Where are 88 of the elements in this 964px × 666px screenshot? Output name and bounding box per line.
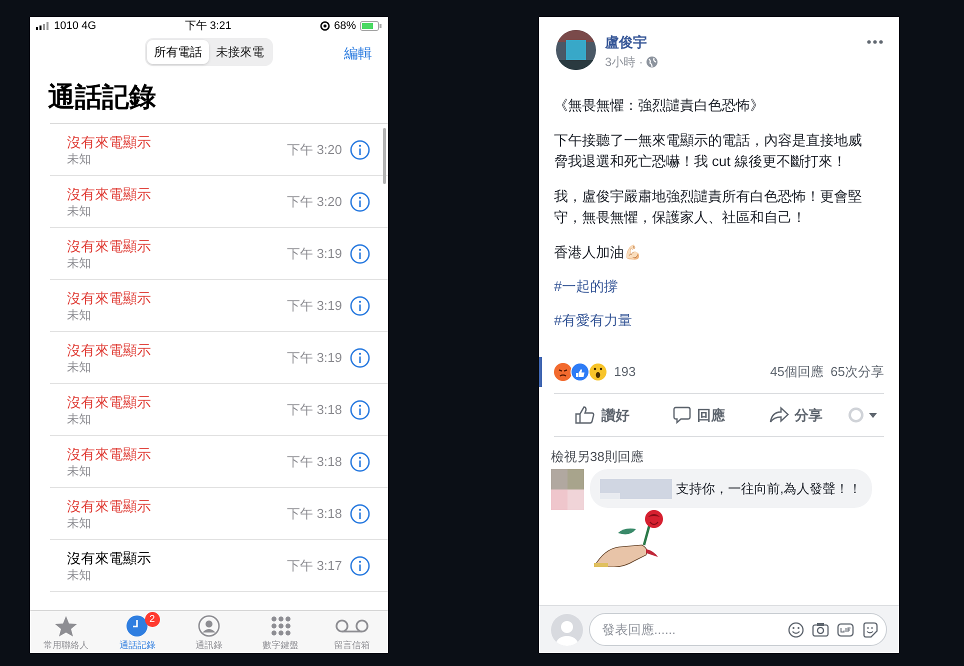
lock-rotation-icon [320, 21, 330, 31]
caller-name: 沒有來電顯示 [67, 392, 152, 410]
scroll-bar [383, 128, 386, 184]
call-time: 下午 3:19 [287, 348, 342, 367]
info-button[interactable] [350, 556, 370, 576]
like-icon [575, 406, 596, 424]
tab-bar-item[interactable]: 留言信箱 [316, 611, 388, 653]
call-time: 下午 3:18 [287, 452, 342, 471]
call-type: 未知 [67, 462, 92, 478]
clock-time: 下午 3:21 [184, 18, 232, 34]
call-time: 下午 3:18 [287, 504, 342, 523]
reaction-count[interactable]: 193 [614, 362, 770, 382]
globe-icon [646, 56, 658, 68]
edit-button[interactable]: 編輯 [344, 43, 372, 64]
share-count[interactable]: 65次分享 [830, 362, 884, 382]
info-button[interactable] [350, 244, 370, 264]
caller-name: 沒有來電顯示 [67, 184, 152, 202]
focus-indicator [539, 357, 542, 387]
call-type: 未知 [67, 410, 92, 426]
action-button[interactable]: 分享 [747, 399, 844, 431]
carrier-label: 1010 4G [54, 18, 96, 34]
emoji-icon[interactable] [788, 622, 804, 638]
caller-name: 沒有來電顯示 [67, 288, 152, 306]
call-type: 未知 [67, 306, 92, 322]
call-time: 下午 3:18 [287, 400, 342, 419]
notification-badge: 2 [144, 612, 160, 627]
blurred-name [600, 478, 672, 498]
caller-name: 沒有來電顯示 [67, 132, 152, 150]
info-button[interactable] [350, 192, 370, 212]
call-time: 下午 3:17 [287, 556, 342, 575]
call-time: 下午 3:19 [287, 244, 342, 263]
action-button[interactable]: 讚好 [554, 399, 651, 431]
info-button[interactable] [350, 504, 370, 524]
caller-name: 沒有來電顯示 [67, 444, 152, 462]
caller-name: 沒有來電顯示 [67, 340, 152, 358]
more-options-icon[interactable] [867, 40, 883, 44]
caller-name: 沒有來電顯示 [67, 236, 152, 254]
clock-icon [126, 614, 148, 638]
call-time: 下午 3:20 [287, 140, 342, 159]
post-text: 下午接聽了一無來電顯示的電話，內容是直接地威脅我退選和死亡恐嚇！我 cut 線後更不斷打來！ [554, 131, 863, 171]
signal-icon [36, 22, 50, 30]
comment-text: 支持你，一往向前,為人發聲！！ [676, 480, 862, 498]
sticker-icon[interactable] [862, 622, 878, 638]
caller-name: 沒有來電顯示 [67, 548, 152, 566]
call-type: 未知 [67, 150, 92, 166]
post-text: 《無畏無懼：強烈譴責白色恐怖》 [554, 96, 765, 115]
action-button[interactable]: 回應 [650, 399, 748, 431]
post-text: 我，盧俊宇嚴肅地強烈譴責所有白色恐怖！更會堅守，無畏無懼，保護家人、社區和自己！ [554, 187, 863, 227]
user-avatar [551, 614, 583, 646]
caller-name: 沒有來電顯示 [67, 496, 152, 514]
info-button[interactable] [350, 296, 370, 316]
battery-percent: 68% [334, 18, 356, 34]
hashtag-link[interactable]: #一起的撐 [554, 276, 884, 297]
person-icon [198, 614, 220, 638]
call-time: 下午 3:19 [287, 296, 342, 315]
star-icon [54, 614, 78, 638]
hashtag-link[interactable]: #有愛有力量 [554, 310, 884, 331]
camera-icon[interactable] [812, 622, 829, 637]
post-text: 香港人加油💪🏻 [554, 243, 642, 262]
tab-bar-item[interactable]: 常用聯絡人 [30, 611, 102, 653]
gif-icon[interactable] [837, 622, 854, 636]
call-type: 未知 [67, 514, 92, 530]
avatar [556, 30, 596, 70]
call-type: 未知 [67, 202, 92, 218]
info-button[interactable] [350, 400, 370, 420]
tab-bar-item[interactable]: 通話記錄 2 [102, 611, 174, 653]
call-type: 未知 [67, 566, 92, 582]
author-name[interactable]: 盧俊宇 [605, 33, 867, 51]
segment-tab[interactable]: 所有電話 [147, 40, 209, 64]
post-time[interactable]: 3小時 · [605, 53, 644, 71]
keypad-icon [270, 614, 292, 638]
info-button[interactable] [350, 140, 370, 160]
tab-bar-item[interactable]: 數字鍵盤 [244, 611, 316, 653]
page-title: 通話記錄 [47, 81, 157, 114]
share-icon [768, 406, 789, 424]
comment-icon [673, 406, 691, 424]
call-type: 未知 [67, 254, 92, 270]
battery-icon [360, 21, 382, 31]
info-button[interactable] [350, 452, 370, 472]
call-type: 未知 [67, 358, 92, 374]
call-time: 下午 3:20 [287, 192, 342, 211]
segment-tab[interactable]: 未接來電 [209, 40, 271, 64]
tab-bar-item[interactable]: 通訊錄 [173, 611, 245, 653]
blurred-avatar [551, 469, 584, 510]
comment-box[interactable]: 發表回應...... [589, 613, 887, 646]
comment-count[interactable]: 45個回應 [770, 362, 824, 382]
view-more-comments-link[interactable]: 檢視另38則回應 [551, 449, 887, 465]
info-button[interactable] [350, 348, 370, 368]
